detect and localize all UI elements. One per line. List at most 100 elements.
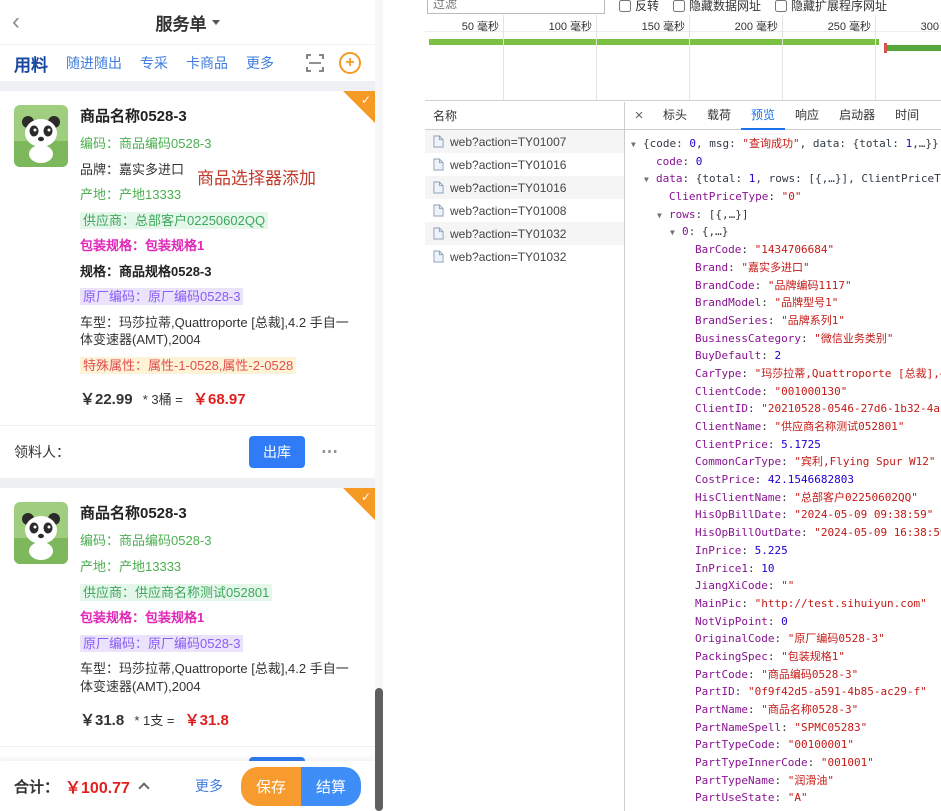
json-line: MainPic: "http://test.sihuiyun.com" — [625, 595, 941, 613]
request-name: web?action=TY01032 — [450, 250, 566, 264]
app-panel: ‹ 服务单 用料随进随出专采卡商品更多 + 商品选择器添加 ✓ 商品名称0528… — [0, 0, 375, 811]
timeline-label: 150 毫秒 — [613, 18, 685, 34]
add-button[interactable]: + — [339, 52, 361, 74]
json-line: BusinessCategory: "微信业务类别" — [625, 330, 941, 348]
unit-price: ￥22.99 — [80, 391, 133, 408]
product-supplier: 供应商：供应商名称测试052801 — [80, 584, 272, 601]
app-tab[interactable]: 随进随出 — [66, 53, 122, 73]
product-title: 商品名称0528-3 — [80, 502, 361, 523]
json-line: JiangXiCode: "" — [625, 577, 941, 595]
filter-checkboxes: 反转隐藏数据网址隐藏扩展程序网址 — [605, 0, 887, 14]
devtools-tab[interactable]: 预览 — [741, 102, 785, 130]
devtools-tabs: × 标头载荷预览响应启动器时间 — [625, 102, 941, 130]
filter-checkbox[interactable]: 隐藏扩展程序网址 — [775, 0, 887, 14]
json-line: code: 0 — [625, 153, 941, 171]
json-line: Brand: "嘉实多进口" — [625, 259, 941, 277]
product-original-code: 原厂编码：原厂编码0528-3 — [80, 288, 243, 305]
json-line: BrandSeries: "品牌系列1" — [625, 312, 941, 330]
json-line[interactable]: ▼0: {,…} — [625, 223, 941, 241]
timeline-overview[interactable]: 50 毫秒100 毫秒150 毫秒200 毫秒250 毫秒300 毫秒 — [425, 15, 941, 101]
more-actions-icon[interactable]: ⋯ — [321, 442, 339, 462]
preview-panel: × 标头载荷预览响应启动器时间 ▼{code: 0, msg: "查询成功", … — [625, 102, 941, 811]
json-line: PartNameSpell: "SPMC05283" — [625, 719, 941, 737]
filter-checkbox[interactable]: 反转 — [619, 0, 659, 14]
request-name: web?action=TY01016 — [450, 158, 566, 172]
more-link[interactable]: 更多 — [195, 776, 223, 796]
quantity: * 1支 = — [134, 713, 174, 728]
timeline-label: 200 毫秒 — [706, 18, 778, 34]
json-line: ClientPriceType: "0" — [625, 188, 941, 206]
request-row[interactable]: web?action=TY01032 — [425, 245, 624, 268]
filter-input[interactable] — [427, 0, 605, 14]
product-info: 商品名称0528-3 编码：商品编码0528-3 品牌：嘉实多进口 产地：产地1… — [80, 105, 361, 421]
json-line[interactable]: ▼rows: [{,…}] — [625, 206, 941, 224]
save-button[interactable]: 保存 — [241, 767, 301, 806]
request-row[interactable]: web?action=TY01032 — [425, 222, 624, 245]
json-line: PartTypeInnerCode: "001001" — [625, 754, 941, 772]
back-button[interactable]: ‹ — [12, 10, 20, 34]
app-tab[interactable]: 更多 — [246, 53, 274, 73]
json-line[interactable]: ▼{code: 0, msg: "查询成功", data: {total: 1,… — [625, 135, 941, 153]
request-name: web?action=TY01007 — [450, 135, 566, 149]
app-scrollbar-thumb[interactable] — [375, 688, 383, 811]
product-car-type: 车型：玛莎拉蒂,Quattroporte [总裁],4.2 手自一体变速器(AM… — [80, 314, 361, 349]
json-line: HisClientName: "总部客户02250602QQ" — [625, 489, 941, 507]
timeline-gridline — [503, 15, 504, 100]
collapse-caret-icon[interactable] — [138, 782, 149, 793]
tab-bar: 用料随进随出专采卡商品更多 + — [0, 45, 375, 81]
card-body: 商品名称0528-3 编码：商品编码0528-3 产地：产地13333 供应商：… — [0, 488, 375, 746]
product-special-attr: 特殊属性：属性-1-0528,属性-2-0528 — [80, 357, 296, 374]
price-line: ￥22.99 * 3桶 = ￥68.97 — [80, 388, 361, 409]
picker-label: 领料人： — [14, 442, 70, 462]
json-line: InPrice1: 10 — [625, 560, 941, 578]
app-tab[interactable]: 用料 — [14, 51, 48, 76]
expand-arrow-icon[interactable]: ▼ — [670, 224, 682, 242]
timeline-label: 250 毫秒 — [799, 18, 871, 34]
app-tab[interactable]: 专采 — [140, 53, 168, 73]
json-line: ClientCode: "001000130" — [625, 383, 941, 401]
devtools-tab[interactable]: 响应 — [785, 102, 829, 130]
name-column-header[interactable]: 名称 — [425, 102, 624, 130]
json-line: HisOpBillOutDate: "2024-05-09 16:38:59" — [625, 524, 941, 542]
app-tab[interactable]: 卡商品 — [186, 53, 228, 73]
request-row[interactable]: web?action=TY01016 — [425, 176, 624, 199]
product-card[interactable]: ✓ 商品名称0528-3 编码：商品编码0528-3 产地：产地13333 供应… — [0, 488, 375, 799]
app-scrollbar[interactable] — [375, 0, 383, 811]
settle-button[interactable]: 结算 — [301, 767, 361, 806]
total-value: ￥100.77 — [65, 774, 130, 798]
devtools-tab[interactable]: 标头 — [653, 102, 697, 130]
devtools-tab[interactable]: 载荷 — [697, 102, 741, 130]
timeline-label: 50 毫秒 — [427, 18, 499, 34]
expand-arrow-icon[interactable]: ▼ — [631, 136, 643, 154]
product-card[interactable]: ✓ 商品名称0528-3 编码：商品编码0528-3 品牌：嘉实多进口 产地：产… — [0, 91, 375, 478]
request-row[interactable]: web?action=TY01007 — [425, 130, 624, 153]
json-line: ClientName: "供应商名称测试052801" — [625, 418, 941, 436]
timeline-error-tick — [884, 43, 887, 53]
product-image — [14, 502, 68, 564]
request-row[interactable]: web?action=TY01008 — [425, 199, 624, 222]
json-line: PartUseState: "A" — [625, 789, 941, 807]
scan-icon[interactable] — [305, 53, 325, 73]
timeline-gridline — [875, 15, 876, 100]
json-line[interactable]: ▼data: {total: 1, rows: [{,…}], ClientPr… — [625, 170, 941, 188]
json-line: ClientPrice: 5.1725 — [625, 436, 941, 454]
json-line: PartName: "商品名称0528-3" — [625, 701, 941, 719]
outbound-button[interactable]: 出库 — [249, 436, 305, 468]
product-title: 商品名称0528-3 — [80, 105, 361, 126]
product-origin: 产地：产地13333 — [80, 558, 361, 576]
expand-arrow-icon[interactable]: ▼ — [644, 171, 656, 189]
bottom-bar: 合计： ￥100.77 更多 保存 结算 — [0, 761, 375, 811]
page-title[interactable]: 服务单 — [156, 10, 220, 35]
timeline-gridline — [596, 15, 597, 100]
product-image — [14, 105, 68, 167]
json-line: HisOpBillDate: "2024-05-09 09:38:59" — [625, 506, 941, 524]
close-icon[interactable]: × — [625, 107, 653, 124]
json-line: PackingSpec: "包装规格1" — [625, 648, 941, 666]
expand-arrow-icon[interactable]: ▼ — [657, 207, 669, 225]
product-code: 编码：商品编码0528-3 — [80, 532, 361, 550]
filter-checkbox[interactable]: 隐藏数据网址 — [673, 0, 761, 14]
network-filter-bar: 反转隐藏数据网址隐藏扩展程序网址 — [425, 0, 941, 15]
request-row[interactable]: web?action=TY01016 — [425, 153, 624, 176]
devtools-tab[interactable]: 时间 — [885, 102, 929, 130]
devtools-tab[interactable]: 启动器 — [829, 102, 885, 130]
